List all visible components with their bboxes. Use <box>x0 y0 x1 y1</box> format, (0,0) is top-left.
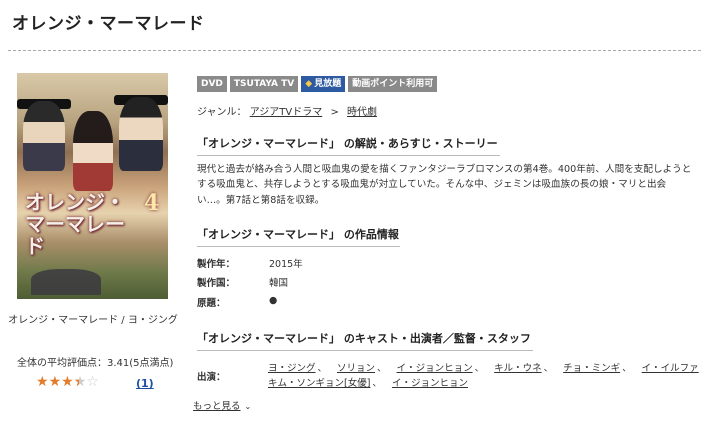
dvd-cover-image[interactable]: オレンジ・マーマレード 4 <box>17 73 168 299</box>
breadcrumb-separator: > <box>330 107 339 118</box>
cast-link[interactable]: イ・ジョンヒョン <box>392 378 468 389</box>
star-full-icon: ★ <box>61 374 74 390</box>
info-heading: 「オレンジ・マーマレード」 の作品情報 <box>197 226 400 247</box>
tag-mihoudai-label: 見放題 <box>314 79 342 89</box>
cover-couple-silhouette <box>31 269 101 295</box>
review-count: (1) <box>136 377 154 390</box>
average-rating-text: 全体の平均評価点：3.41(5点満点) <box>17 358 174 369</box>
tag-dvd: DVD <box>197 76 227 92</box>
info-label: 原題： <box>197 298 226 309</box>
story-text: 現代と過去が絡み合う人間と吸血鬼の愛を描くファンタジーラブロマンスの第4巻。40… <box>197 164 692 206</box>
info-value: 2015年 <box>269 259 303 270</box>
story-heading: 「オレンジ・マーマレード」 の解説・あらすじ・ストーリー <box>197 135 500 156</box>
rating-stars: ★★★★★☆ <box>36 374 99 390</box>
cover-figure <box>73 111 113 191</box>
show-more-label: もっと見る <box>193 401 241 412</box>
cast-label: 出演： <box>197 372 226 383</box>
tag-tsutaya-tv: TSUTAYA TV <box>229 76 299 92</box>
cover-volume-number: 4 <box>144 190 160 216</box>
cast-link[interactable]: キム・ソンギョン[女優] <box>268 378 370 389</box>
cast-line: ヨ・ジング、ソリョン、イ・ジョンヒョン、キル・ウネ、チョ・ミンギ、イ・イルファ、 <box>268 363 701 374</box>
cast-link[interactable]: イ・イルファ <box>642 363 699 374</box>
title-divider <box>8 50 701 51</box>
cast-line: キム・ソンギョン[女優]、イ・ジョンヒョン <box>268 378 468 389</box>
show-more-link[interactable]: もっと見る ⌄ <box>193 398 251 412</box>
star-empty-icon: ☆ <box>86 374 99 390</box>
info-value: 韓国 <box>269 278 289 289</box>
star-full-icon: ★ <box>48 374 62 390</box>
chevron-down-icon: ⌄ <box>244 402 252 411</box>
star-full-icon: ★ <box>36 374 49 390</box>
cast-link[interactable]: キル・ウネ <box>494 363 542 374</box>
cast-heading: 「オレンジ・マーマレード」 のキャスト・出演者／監督・スタッフ <box>197 330 533 351</box>
genre-link-asia-tv-drama[interactable]: アジアTVドラマ <box>250 107 323 118</box>
cast-link[interactable]: イ・ジョンヒョン <box>397 363 473 374</box>
cover-figure <box>23 101 65 171</box>
info-label: 製作国： <box>197 278 236 289</box>
cast-link[interactable]: チョ・ミンギ <box>563 363 620 374</box>
info-row-year: 製作年： 2015年 <box>197 256 397 270</box>
info-value: ● <box>269 295 278 306</box>
cover-logo: オレンジ・マーマレード <box>25 190 125 258</box>
info-row-original-title: 原題： ● <box>197 295 397 309</box>
tag-point: 動画ポイント利用可 <box>348 76 438 92</box>
cover-caption: オレンジ・マーマレード / ヨ・ジング <box>8 315 178 326</box>
page-title: オレンジ・マーマレード <box>12 14 205 34</box>
genre-link-jidaigeki[interactable]: 時代劇 <box>347 107 377 118</box>
cast-link[interactable]: ヨ・ジング <box>268 363 316 374</box>
genre-breadcrumb: ジャンル： アジアTVドラマ > 時代劇 <box>197 103 377 118</box>
star-half-icon: ★★ <box>73 374 87 390</box>
info-label: 製作年： <box>197 259 236 270</box>
tag-mihoudai: ◆ 見放題 <box>301 76 346 92</box>
info-row-country: 製作国： 韓国 <box>197 275 397 289</box>
cast-link[interactable]: ソリョン <box>337 363 375 374</box>
service-tags: DVD TSUTAYA TV ◆ 見放題 動画ポイント利用可 <box>197 76 438 92</box>
review-count-link[interactable]: (1) <box>136 377 154 390</box>
diamond-icon: ◆ <box>305 79 313 89</box>
genre-label: ジャンル： <box>197 107 247 118</box>
cover-figure <box>119 97 163 171</box>
